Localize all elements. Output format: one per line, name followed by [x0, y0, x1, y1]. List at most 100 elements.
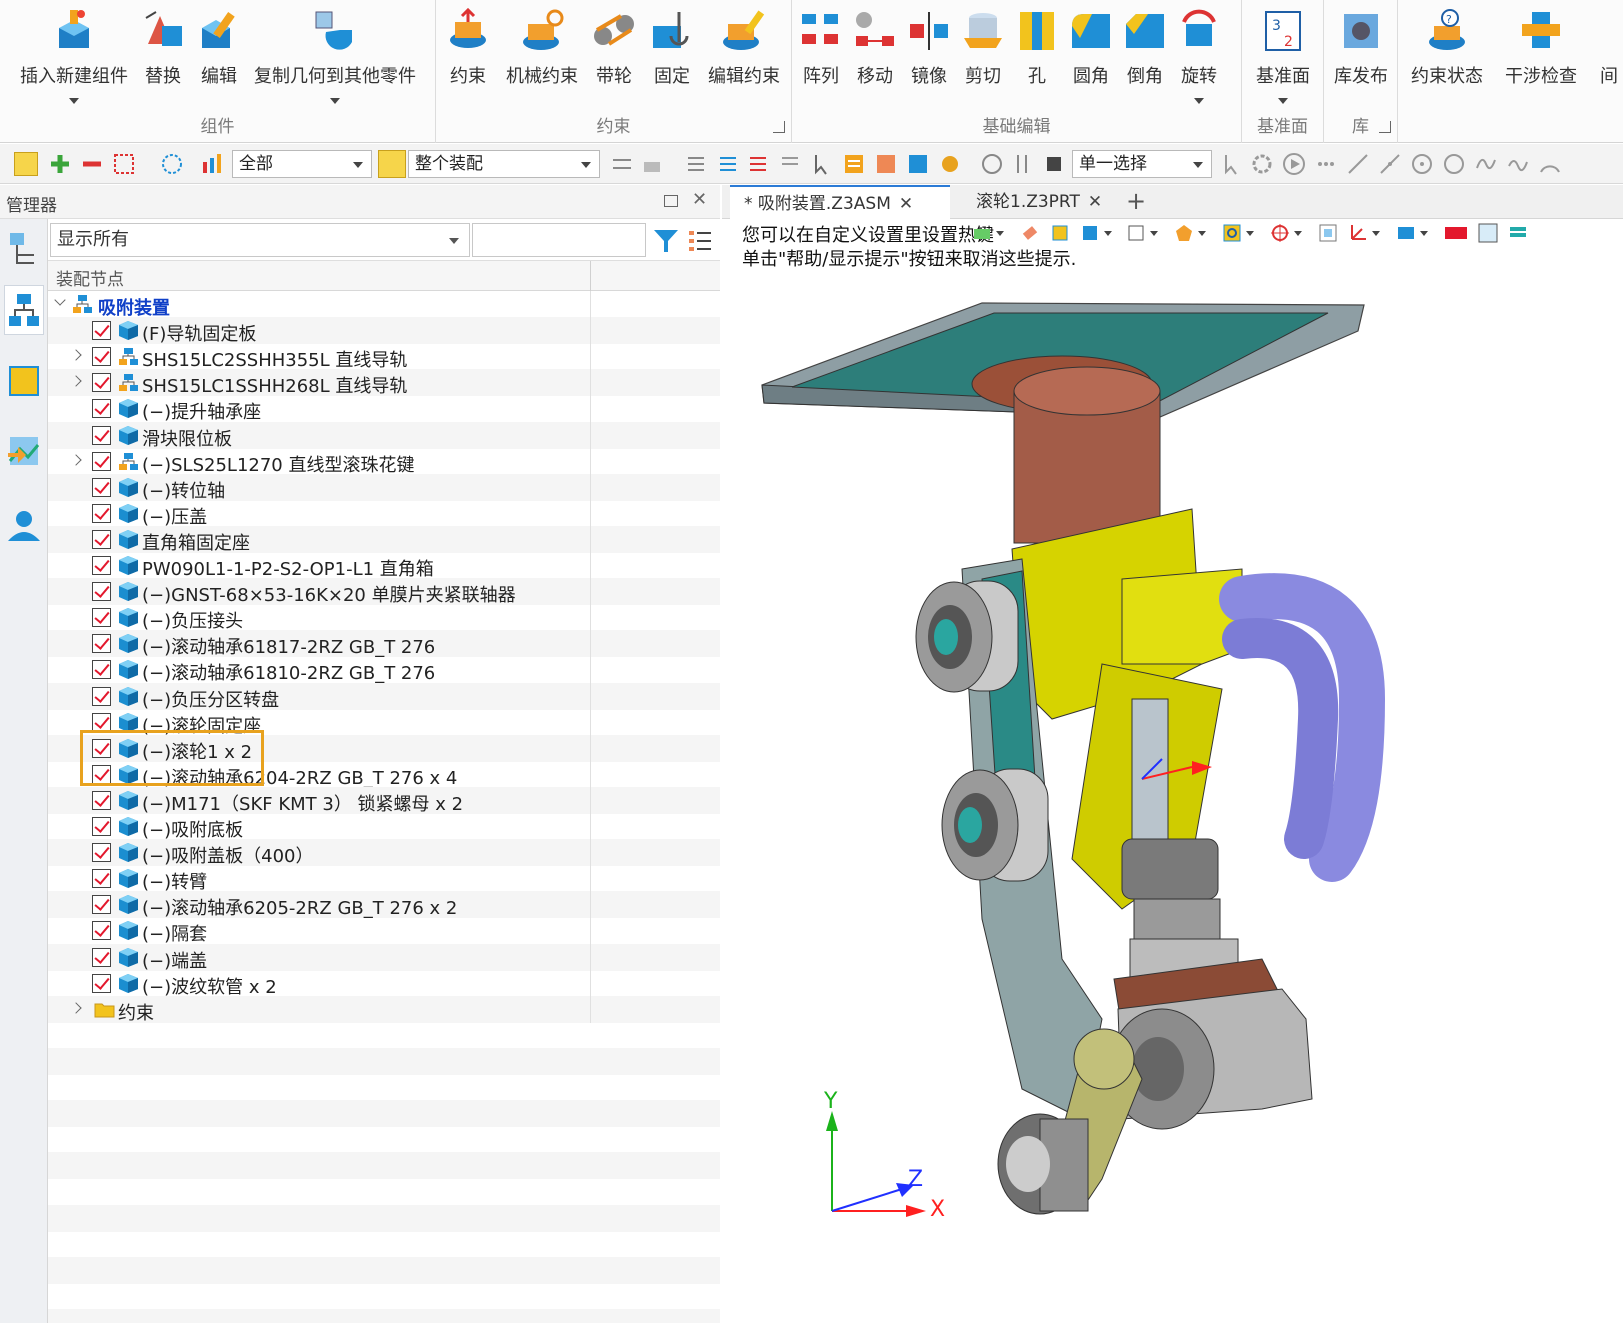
stop-icon[interactable] — [1042, 152, 1066, 176]
datum-plane-button[interactable]: 32 基准面 — [1252, 4, 1314, 104]
tree-node[interactable]: (−)吸附盖板（400） — [48, 839, 720, 867]
rotate-button[interactable]: 旋转 — [1174, 4, 1224, 104]
select-mode-dropdown[interactable]: 单一选择 — [1072, 150, 1212, 178]
new-tab-plus-icon[interactable]: + — [1126, 185, 1146, 217]
chevron-right-icon[interactable] — [70, 349, 82, 361]
visibility-checkbox[interactable] — [92, 895, 111, 914]
tree-node[interactable]: (−)转位轴 — [48, 474, 720, 502]
tree-node[interactable]: (−)波纹软管 x 2 — [48, 970, 720, 998]
tab-assembly-file[interactable]: * 吸附装置.Z3ASM ✕ — [730, 185, 950, 219]
tool-icon-1[interactable] — [610, 152, 634, 176]
pattern-button[interactable]: 阵列 — [796, 4, 846, 88]
tree-node[interactable]: SHS15LC1SSHH268L 直线导轨 — [48, 369, 720, 397]
visibility-checkbox[interactable] — [92, 426, 111, 445]
tab-assembly[interactable] — [4, 285, 44, 335]
tab-part-file[interactable]: 滚轮1.Z3PRT ✕ — [962, 185, 1122, 219]
chevron-right-icon[interactable] — [70, 1002, 82, 1014]
fix-button[interactable]: 固定 — [644, 4, 700, 88]
chamfer-button[interactable]: 倒角 — [1120, 4, 1170, 88]
tool-icon-6[interactable] — [778, 152, 802, 176]
curve-icon[interactable] — [1474, 152, 1498, 176]
scope-dropdown[interactable]: 整个装配 — [408, 150, 600, 178]
list-icon[interactable] — [842, 152, 866, 176]
cube-view-icon[interactable] — [906, 152, 930, 176]
mirror-button[interactable]: 镜像 — [904, 4, 954, 88]
tree-node[interactable]: (−)隔套 — [48, 917, 720, 945]
cut-button[interactable]: 剪切 — [958, 4, 1008, 88]
edit-component-button[interactable]: 编辑 — [194, 4, 244, 88]
visibility-checkbox[interactable] — [92, 530, 111, 549]
visibility-checkbox[interactable] — [92, 687, 111, 706]
replace-button[interactable]: 替换 — [138, 4, 188, 88]
visibility-checkbox[interactable] — [92, 608, 111, 627]
arc-icon[interactable] — [1538, 152, 1562, 176]
more-ribbon-button[interactable]: 间 — [1594, 4, 1623, 88]
visibility-checkbox[interactable] — [92, 817, 111, 836]
circle-center-icon[interactable] — [1410, 152, 1434, 176]
circle-icon[interactable] — [1442, 152, 1466, 176]
visibility-checkbox[interactable] — [92, 373, 111, 392]
tree-node[interactable]: (−)负压接头 — [48, 604, 720, 632]
spline-icon[interactable] — [1506, 152, 1530, 176]
visibility-checkbox[interactable] — [92, 660, 111, 679]
tree-node[interactable]: (−)M171（SKF KMT 3） 锁紧螺母 x 2 — [48, 787, 720, 815]
line-icon[interactable] — [1346, 152, 1370, 176]
constraint-button[interactable]: 约束 — [440, 4, 496, 88]
copy-geometry-button[interactable]: 复制几何到其他零件 — [250, 4, 420, 104]
visibility-checkbox[interactable] — [92, 321, 111, 340]
visibility-checkbox[interactable] — [92, 843, 111, 862]
filter-dropdown[interactable]: 全部 — [232, 150, 372, 178]
pick-icon[interactable] — [1010, 152, 1034, 176]
chevron-right-icon[interactable] — [70, 454, 82, 466]
visibility-checkbox[interactable] — [92, 921, 111, 940]
constraint-status-button[interactable]: ? 约束状态 — [1404, 4, 1490, 88]
table-icon[interactable] — [874, 152, 898, 176]
filter-icon[interactable] — [652, 227, 680, 255]
restore-icon[interactable] — [664, 195, 678, 207]
tool-icon-4[interactable] — [716, 152, 740, 176]
tree-node[interactable]: (−)滚动轴承61810-2RZ GB_T 276 — [48, 656, 720, 684]
chevron-right-icon[interactable] — [70, 375, 82, 387]
snap-icon[interactable] — [980, 152, 1004, 176]
tree-node[interactable]: (−)转臂 — [48, 865, 720, 893]
visibility-checkbox[interactable] — [92, 478, 111, 497]
visibility-checkbox[interactable] — [92, 974, 111, 993]
visibility-checkbox[interactable] — [92, 556, 111, 575]
tree-node[interactable]: PW090L1-1-P2-S2-OP1-L1 直角箱 — [48, 552, 720, 580]
tree-root-row[interactable]: 吸附装置 — [48, 291, 720, 319]
close-tab-icon[interactable]: ✕ — [1088, 192, 1102, 212]
visibility-checkbox[interactable] — [92, 791, 111, 810]
visibility-checkbox[interactable] — [92, 399, 111, 418]
tree-constraints-folder[interactable]: 约束 — [48, 996, 720, 1024]
lasso-select-icon[interactable] — [160, 152, 184, 176]
tree-node[interactable]: (−)GNST-68×53-16K×20 单膜片夹紧联轴器 — [48, 578, 720, 606]
visibility-checkbox[interactable] — [92, 869, 111, 888]
tab-view[interactable] — [4, 357, 44, 407]
visibility-checkbox[interactable] — [92, 948, 111, 967]
visibility-checkbox[interactable] — [92, 504, 111, 523]
insert-new-component-button[interactable]: 插入新建组件 — [14, 4, 134, 104]
edit-constraint-button[interactable]: 编辑约束 — [704, 4, 784, 88]
filter-search-input[interactable] — [472, 223, 646, 257]
display-filter-dropdown[interactable]: 显示所有 — [50, 223, 470, 257]
move-button[interactable]: 移动 — [850, 4, 900, 88]
3d-viewport[interactable]: 您可以在自定义设置里设置热键 单击"帮助/显示提示"按钮来取消这些提示. Y X… — [722, 219, 1623, 1323]
tree-node[interactable]: (−)端盖 — [48, 944, 720, 972]
tree-node[interactable]: SHS15LC2SSHH355L 直线导轨 — [48, 343, 720, 371]
box-select-icon[interactable] — [112, 152, 136, 176]
tab-render[interactable] — [4, 427, 44, 477]
tree-node[interactable]: (F)导轨固定板 — [48, 317, 720, 345]
library-publish-button[interactable]: 库发布 — [1330, 4, 1392, 88]
tool-icon-3[interactable] — [684, 152, 708, 176]
tree-node[interactable]: (−)滚动轴承6205-2RZ GB_T 276 x 2 — [48, 891, 720, 919]
visibility-checkbox[interactable] — [92, 452, 111, 471]
hole-button[interactable]: 孔 — [1012, 4, 1062, 88]
tree-node[interactable]: (−)滚动轴承61817-2RZ GB_T 276 — [48, 630, 720, 658]
tree-node[interactable]: (−)吸附底板 — [48, 813, 720, 841]
tree-node[interactable]: 滑块限位板 — [48, 422, 720, 450]
tree-node[interactable]: (−)负压分区转盘 — [48, 683, 720, 711]
tool-icon-5[interactable] — [746, 152, 770, 176]
assembly-scope-icon[interactable] — [378, 150, 406, 178]
gear-icon[interactable] — [1250, 152, 1274, 176]
remove-icon[interactable] — [80, 152, 104, 176]
